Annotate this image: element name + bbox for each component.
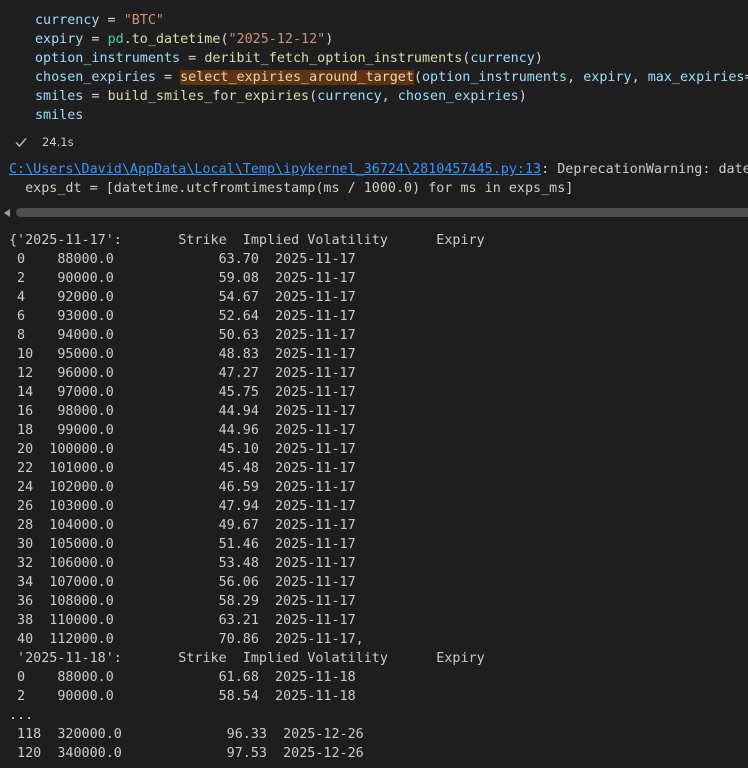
output-line: 0 88000.0 61.68 2025-11-18: [9, 670, 356, 685]
warning-line: C:\Users\David\AppData\Local\Temp\ipyker…: [9, 160, 748, 179]
code-token: smiles: [35, 89, 84, 104]
code-line[interactable]: chosen_expiries = select_expiries_around…: [35, 68, 748, 87]
code-token: currency: [317, 89, 382, 104]
code-token: (: [413, 70, 422, 85]
horizontal-scrollbar[interactable]: [0, 206, 748, 220]
output-line: 18 99000.0 44.96 2025-11-17: [9, 423, 356, 438]
code-token: chosen_expiries: [397, 89, 519, 104]
output-line: 8 94000.0 50.63 2025-11-17: [9, 328, 356, 343]
code-token: option_instruments: [421, 70, 568, 85]
code-token: ): [518, 89, 527, 104]
code-token: ): [325, 32, 334, 47]
output-line: 20 100000.0 45.10 2025-11-17: [9, 442, 356, 457]
code-token: =: [99, 13, 124, 28]
output-line: 4 92000.0 54.67 2025-11-17: [9, 290, 356, 305]
code-token: =: [180, 51, 205, 66]
code-line[interactable]: smiles: [35, 106, 83, 125]
output-line: 32 106000.0 53.48 2025-11-17: [9, 556, 356, 571]
output-line: 22 101000.0 45.48 2025-11-17: [9, 461, 356, 476]
code-token: option_instruments: [35, 51, 181, 66]
code-token: chosen_expiries: [35, 70, 156, 85]
code-token: =: [744, 70, 748, 85]
output-line: 36 108000.0 58.29 2025-11-17: [9, 594, 356, 609]
output-line: 2 90000.0 59.08 2025-11-17: [9, 271, 356, 286]
code-token: to_datetime: [131, 32, 221, 47]
code-token: deribit_fetch_option_instruments: [204, 51, 463, 66]
output-line: 0 88000.0 63.70 2025-11-17: [9, 252, 356, 267]
scrollbar-thumb[interactable]: [16, 208, 748, 217]
scroll-left-arrow-icon[interactable]: [4, 209, 10, 217]
code-line[interactable]: option_instruments = deribit_fetch_optio…: [35, 49, 543, 68]
output-line: {'2025-11-17': Strike Implied Volatility…: [9, 233, 485, 248]
output-line: 34 107000.0 56.06 2025-11-17: [9, 575, 356, 590]
code-token: build_smiles_for_expiries: [107, 89, 310, 104]
code-token: "2025-12-12": [228, 32, 326, 47]
code-token: max_expiries: [647, 70, 745, 85]
code-token: expiry: [583, 70, 632, 85]
output-line: 24 102000.0 46.59 2025-11-17: [9, 480, 356, 495]
code-token: .: [123, 32, 132, 47]
code-line[interactable]: expiry = pd.to_datetime("2025-12-12"): [35, 30, 333, 49]
check-icon: [15, 138, 27, 148]
code-token: =: [155, 70, 181, 85]
output-line: '2025-11-18': Strike Implied Volatility …: [9, 651, 485, 666]
code-line[interactable]: smiles = build_smiles_for_expiries(curre…: [35, 87, 527, 106]
code-token: =: [83, 32, 108, 47]
output-line: 30 105000.0 51.46 2025-11-17: [9, 537, 356, 552]
notebook-cell: currency = "BTC" expiry = pd.to_datetime(…: [0, 0, 748, 768]
output-line: 16 98000.0 44.94 2025-11-17: [9, 404, 356, 419]
code-token: expiry: [35, 32, 84, 47]
output-line: 120 340000.0 97.53 2025-12-26: [9, 746, 364, 761]
output-line: 40 112000.0 70.86 2025-11-17,: [9, 632, 364, 647]
code-line[interactable]: currency = "BTC": [35, 11, 164, 30]
output-line: 10 95000.0 48.83 2025-11-17: [9, 347, 356, 362]
code-token: select_expiries_around_target: [180, 70, 414, 85]
output-line: 14 97000.0 45.75 2025-11-17: [9, 385, 356, 400]
code-token: currency: [35, 13, 100, 28]
code-token: ): [534, 51, 543, 66]
code-token: ,: [381, 89, 398, 104]
code-token: pd: [107, 32, 124, 47]
output-line: 118 320000.0 96.33 2025-12-26: [9, 727, 364, 742]
code-token: ,: [631, 70, 648, 85]
code-token: =: [83, 89, 108, 104]
warning-file-link[interactable]: C:\Users\David\AppData\Local\Temp\ipyker…: [9, 162, 541, 177]
code-editor[interactable]: currency = "BTC" expiry = pd.to_datetime(…: [0, 0, 748, 132]
output-line: 6 93000.0 52.64 2025-11-17: [9, 309, 356, 324]
output-line: 2 90000.0 58.54 2025-11-18: [9, 689, 356, 704]
code-token: (: [220, 32, 229, 47]
output-line: 38 110000.0 63.21 2025-11-17: [9, 613, 356, 628]
execution-status: 24.1s: [14, 132, 74, 152]
output-line: 12 96000.0 47.27 2025-11-17: [9, 366, 356, 381]
output-line: ...: [9, 708, 34, 723]
code-token: (: [309, 89, 318, 104]
output-line: 28 104000.0 49.67 2025-11-17: [9, 518, 356, 533]
output-line: 26 103000.0 47.94 2025-11-17: [9, 499, 356, 514]
warning-message: : DeprecationWarning: datetime: [541, 162, 748, 177]
code-token: ,: [567, 70, 584, 85]
cell-output: C:\Users\David\AppData\Local\Temp\ipyker…: [0, 152, 748, 768]
code-token: smiles: [35, 108, 84, 123]
warning-source-line: exps_dt = [datetime.utcfromtimestamp(ms …: [9, 181, 574, 196]
execution-duration: 24.1s: [42, 135, 74, 149]
code-token: "BTC": [123, 13, 164, 28]
code-token: currency: [470, 51, 535, 66]
